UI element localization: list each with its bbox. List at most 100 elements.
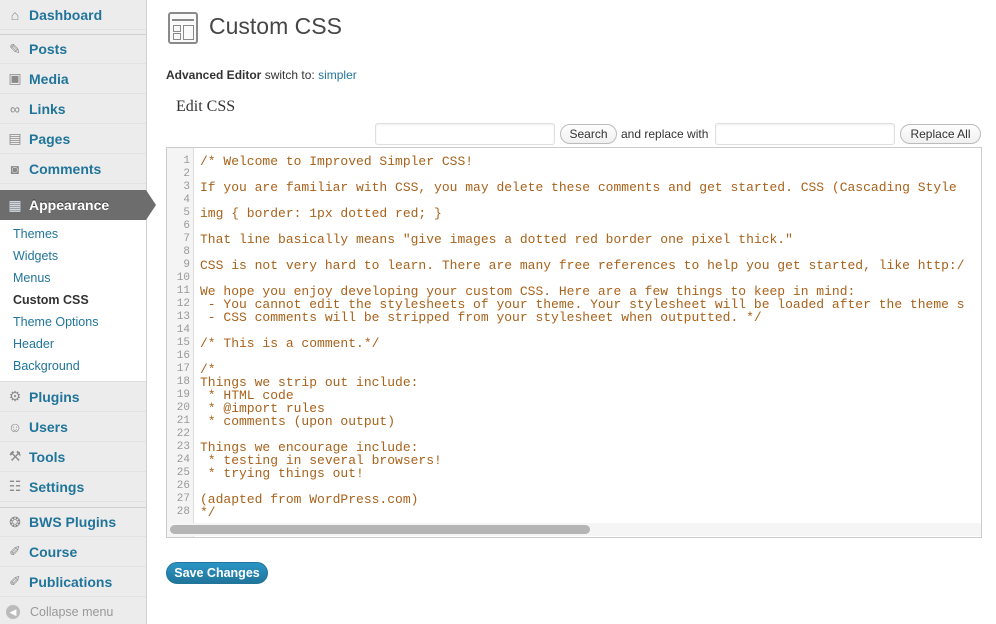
code-line[interactable]: CSS is not very hard to learn. There are… — [200, 259, 965, 272]
line-number: 26 — [168, 480, 190, 493]
line-number: 21 — [168, 415, 190, 428]
sidebar-item-label: Links — [29, 101, 66, 117]
switch-to-label: switch to: — [265, 68, 315, 82]
line-number: 18 — [168, 376, 190, 389]
sidebar-item-posts[interactable]: ✎ Posts — [0, 34, 146, 64]
submenu-item-background[interactable]: Background — [13, 359, 80, 373]
line-number: 14 — [168, 324, 190, 337]
submenu-item-theme-options[interactable]: Theme Options — [13, 315, 98, 329]
code-line[interactable]: * trying things out! — [200, 467, 364, 480]
sidebar-item-links[interactable]: ∞ Links — [0, 94, 146, 124]
sidebar-item-media[interactable]: ▣ Media — [0, 64, 146, 94]
edit-css-heading: Edit CSS — [176, 98, 235, 116]
search-button[interactable]: Search — [560, 124, 617, 144]
home-icon: ⌂ — [6, 6, 24, 24]
sidebar-item-dashboard[interactable]: ⌂ Dashboard — [0, 0, 146, 30]
submenu-item-widgets[interactable]: Widgets — [13, 249, 58, 263]
line-number: 2 — [168, 168, 190, 181]
line-number: 17 — [168, 363, 190, 376]
line-number: 16 — [168, 350, 190, 363]
code-line[interactable]: - CSS comments will be stripped from you… — [200, 311, 762, 324]
line-number: 10 — [168, 272, 190, 285]
pin-icon: ✐ — [6, 573, 24, 591]
line-number: 3 — [168, 181, 190, 194]
line-number: 4 — [168, 194, 190, 207]
sidebar-item-plugins[interactable]: ⚙ Plugins — [0, 382, 146, 412]
sidebar-item-pages[interactable]: ▤ Pages — [0, 124, 146, 154]
line-number: 5 — [168, 207, 190, 220]
replace-all-button[interactable]: Replace All — [900, 124, 981, 144]
sidebar-item-label: Publications — [29, 574, 112, 590]
admin-sidebar: ⌂ Dashboard ✎ Posts ▣ Media ∞ Links ▤ Pa… — [0, 0, 147, 624]
sidebar-item-label: Plugins — [29, 389, 80, 405]
line-number-gutter: 1234567891011121314151617181920212223242… — [167, 148, 194, 537]
appearance-page-icon — [168, 12, 198, 44]
line-number: 20 — [168, 402, 190, 415]
collapse-arrow-icon: ◀ — [6, 605, 20, 619]
line-number: 27 — [168, 493, 190, 506]
code-line[interactable]: /* Welcome to Improved Simpler CSS! — [200, 155, 473, 168]
code-line[interactable]: * comments (upon output) — [200, 415, 395, 428]
code-line[interactable]: That line basically means "give images a… — [200, 233, 793, 246]
sidebar-item-label: Media — [29, 71, 69, 87]
line-number: 25 — [168, 467, 190, 480]
sidebar-item-label: Comments — [29, 161, 101, 177]
sidebar-item-label: Appearance — [29, 197, 109, 213]
css-code-editor[interactable]: 1234567891011121314151617181920212223242… — [166, 147, 982, 538]
submenu-item-themes[interactable]: Themes — [13, 227, 58, 241]
code-line[interactable]: img { border: 1px dotted red; } — [200, 207, 442, 220]
sidebar-item-comments[interactable]: ◙ Comments — [0, 154, 146, 184]
media-icon: ▣ — [6, 70, 24, 88]
appearance-icon: ▦ — [6, 196, 24, 214]
editor-mode-switcher: Advanced Editor switch to: simpler — [166, 68, 357, 82]
submenu-item-menus[interactable]: Menus — [13, 271, 51, 285]
sidebar-item-tools[interactable]: ⚒ Tools — [0, 442, 146, 472]
collapse-menu-label: Collapse menu — [30, 605, 113, 619]
search-input[interactable] — [375, 123, 555, 145]
line-number: 23 — [168, 441, 190, 454]
plugin-icon: ⚙ — [6, 388, 24, 406]
replace-input[interactable] — [715, 123, 895, 145]
sidebar-item-label: Dashboard — [29, 7, 102, 23]
pages-icon: ▤ — [6, 130, 24, 148]
line-number: 6 — [168, 220, 190, 233]
switch-to-simpler-link[interactable]: simpler — [318, 68, 357, 82]
code-line[interactable]: (adapted from WordPress.com) — [200, 493, 418, 506]
horizontal-scrollbar[interactable] — [167, 523, 981, 536]
line-number: 8 — [168, 246, 190, 259]
sidebar-item-label: BWS Plugins — [29, 514, 116, 530]
submenu-item-header[interactable]: Header — [13, 337, 54, 351]
sidebar-item-label: Users — [29, 419, 68, 435]
comment-icon: ◙ — [6, 160, 24, 178]
save-changes-button[interactable]: Save Changes — [166, 562, 268, 584]
scrollbar-thumb[interactable] — [170, 525, 590, 534]
sidebar-item-publications[interactable]: ✐ Publications — [0, 567, 146, 597]
line-number: 9 — [168, 259, 190, 272]
submenu-item-custom-css[interactable]: Custom CSS — [13, 293, 89, 307]
line-number: 15 — [168, 337, 190, 350]
sidebar-item-bws-plugins[interactable]: ❂ BWS Plugins — [0, 507, 146, 537]
line-number: 13 — [168, 311, 190, 324]
line-number: 19 — [168, 389, 190, 402]
page-title: Custom CSS — [209, 13, 342, 40]
code-line[interactable]: */ — [200, 506, 216, 519]
line-number: 1 — [168, 155, 190, 168]
current-editor-mode: Advanced Editor — [166, 68, 261, 82]
line-number: 24 — [168, 454, 190, 467]
replace-label: and replace with — [621, 127, 708, 141]
sidebar-item-course[interactable]: ✐ Course — [0, 537, 146, 567]
sidebar-item-users[interactable]: ☺ Users — [0, 412, 146, 442]
code-line[interactable]: If you are familiar with CSS, you may de… — [200, 181, 957, 194]
line-number: 28 — [168, 506, 190, 519]
sidebar-item-appearance[interactable]: ▦ Appearance — [0, 190, 146, 220]
collapse-menu-button[interactable]: ◀ Collapse menu — [6, 605, 113, 619]
sidebar-item-settings[interactable]: ☷ Settings — [0, 472, 146, 502]
sidebar-item-label: Tools — [29, 449, 65, 465]
code-line[interactable]: /* This is a comment.*/ — [200, 337, 379, 350]
bws-icon: ❂ — [6, 513, 24, 531]
users-icon: ☺ — [6, 418, 24, 436]
link-icon: ∞ — [6, 100, 24, 118]
settings-icon: ☷ — [6, 478, 24, 496]
line-number: 11 — [168, 285, 190, 298]
appearance-submenu: Themes Widgets Menus Custom CSS Theme Op… — [0, 220, 146, 382]
